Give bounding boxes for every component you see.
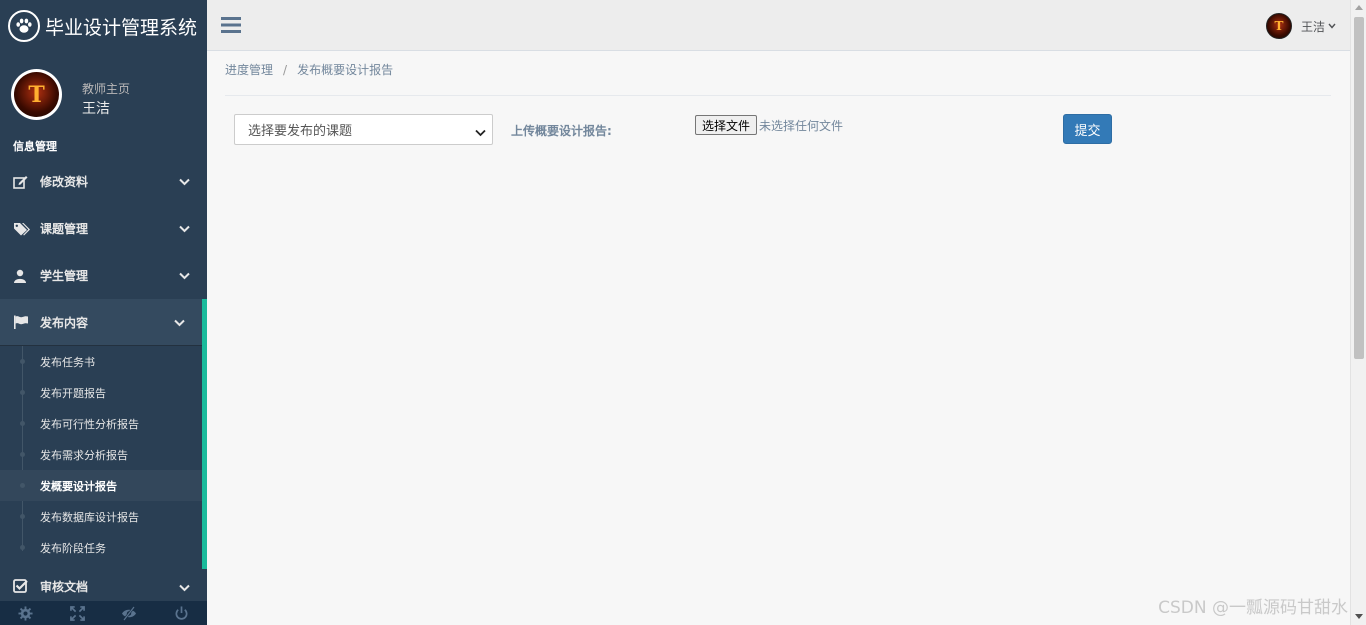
chevron-down-icon [179,269,190,283]
top-navbar: T 王洁 [207,0,1350,51]
scroll-up-arrow-icon[interactable] [1355,5,1363,10]
submenu-item-opening-report[interactable]: 发布开题报告 [0,377,202,408]
scroll-down-arrow-icon[interactable] [1355,614,1363,619]
breadcrumb-current: 发布概要设计报告 [297,63,394,77]
upload-label: 上传概要设计报告: [511,124,612,138]
paw-icon [8,10,40,42]
topic-select-value: 选择要发布的课题 [248,123,353,138]
chevron-down-icon [179,581,190,595]
submenu-item-outline-design-report[interactable]: 发概要设计报告 [0,470,202,501]
power-icon[interactable] [155,601,207,625]
submenu-item-stage-tasks[interactable]: 发布阶段任务 [0,532,202,563]
divider [225,95,1331,96]
file-status: 未选择任何文件 [759,119,844,133]
edit-icon [13,175,31,189]
submenu-item-task-book[interactable]: 发布任务书 [0,346,202,377]
choose-file-button[interactable]: 选择文件 [695,115,758,135]
chevron-down-icon [179,222,190,236]
avatar: T [11,69,62,120]
sidebar-submenu: 发布任务书 发布开题报告 发布可行性分析报告 发布需求分析报告 发概要设计报告 … [0,346,202,569]
chevron-down-icon [1328,23,1336,29]
sidebar-item-label: 发布内容 [40,315,89,330]
user-menu[interactable]: T 王洁 [1265,13,1336,39]
breadcrumb-separator: / [283,63,288,77]
submenu-item-database-design-report[interactable]: 发布数据库设计报告 [0,501,202,532]
fullscreen-icon[interactable] [52,601,104,625]
sidebar-group-publish: 发布内容 发布任务书 发布开题报告 发布可行性分析报告 发布需求分析报告 发概要… [0,299,207,569]
sidebar-item-label: 学生管理 [40,269,89,283]
sidebar-item-label: 修改资料 [40,175,89,189]
gear-icon[interactable] [0,601,52,625]
breadcrumb-parent[interactable]: 进度管理 [225,63,273,77]
profile-panel: T 教师主页 王洁 [0,52,207,130]
sidebar-footer [0,601,207,625]
breadcrumb: 进度管理 / 发布概要设计报告 [225,61,393,78]
submenu-item-feasibility-report[interactable]: 发布可行性分析报告 [0,408,202,439]
app-title: 毕业设计管理系统 [45,16,198,39]
eye-slash-icon[interactable] [104,601,156,625]
tags-icon [13,222,31,236]
sidebar-item-publish[interactable]: 发布内容 [0,299,202,346]
sidebar: 毕业设计管理系统 T 教师主页 王洁 信息管理 修改资料 课题管理 学生管理 发… [0,0,207,625]
submenu-item-requirements-report[interactable]: 发布需求分析报告 [0,439,202,470]
watermark: CSDN @一瓢源码甘甜水 [1158,598,1348,618]
chevron-down-icon [179,175,190,189]
page-scrollbar[interactable] [1350,0,1366,625]
user-avatar: T [1265,13,1292,39]
sidebar-item-students[interactable]: 学生管理 [0,252,207,299]
sidebar-item-edit-profile[interactable]: 修改资料 [0,158,207,205]
sidebar-item-label: 审核文档 [40,579,89,594]
user-icon [13,269,31,283]
scrollbar-thumb[interactable] [1354,17,1364,359]
section-title: 信息管理 [13,140,57,153]
menu-toggle-icon[interactable] [221,16,241,37]
profile-role: 教师主页 [82,82,131,96]
sidebar-item-label: 课题管理 [40,222,89,236]
brand[interactable]: 毕业设计管理系统 [0,0,207,52]
chevron-down-icon [174,316,185,330]
check-square-icon [13,579,31,593]
user-name: 王洁 [1300,19,1325,34]
submit-button[interactable]: 提交 [1063,114,1112,144]
avatar-letter: T [14,72,59,117]
chevron-down-icon [475,125,486,140]
sidebar-item-topics[interactable]: 课题管理 [0,205,207,252]
main-content: 进度管理 / 发布概要设计报告 选择要发布的课题 上传概要设计报告: 选择文件 未选… [207,51,1350,625]
flag-icon [13,315,31,329]
sidebar-item-review-docs[interactable]: 审核文档 [0,569,207,603]
topic-select[interactable]: 选择要发布的课题 [234,114,493,145]
profile-name: 王洁 [82,101,110,117]
